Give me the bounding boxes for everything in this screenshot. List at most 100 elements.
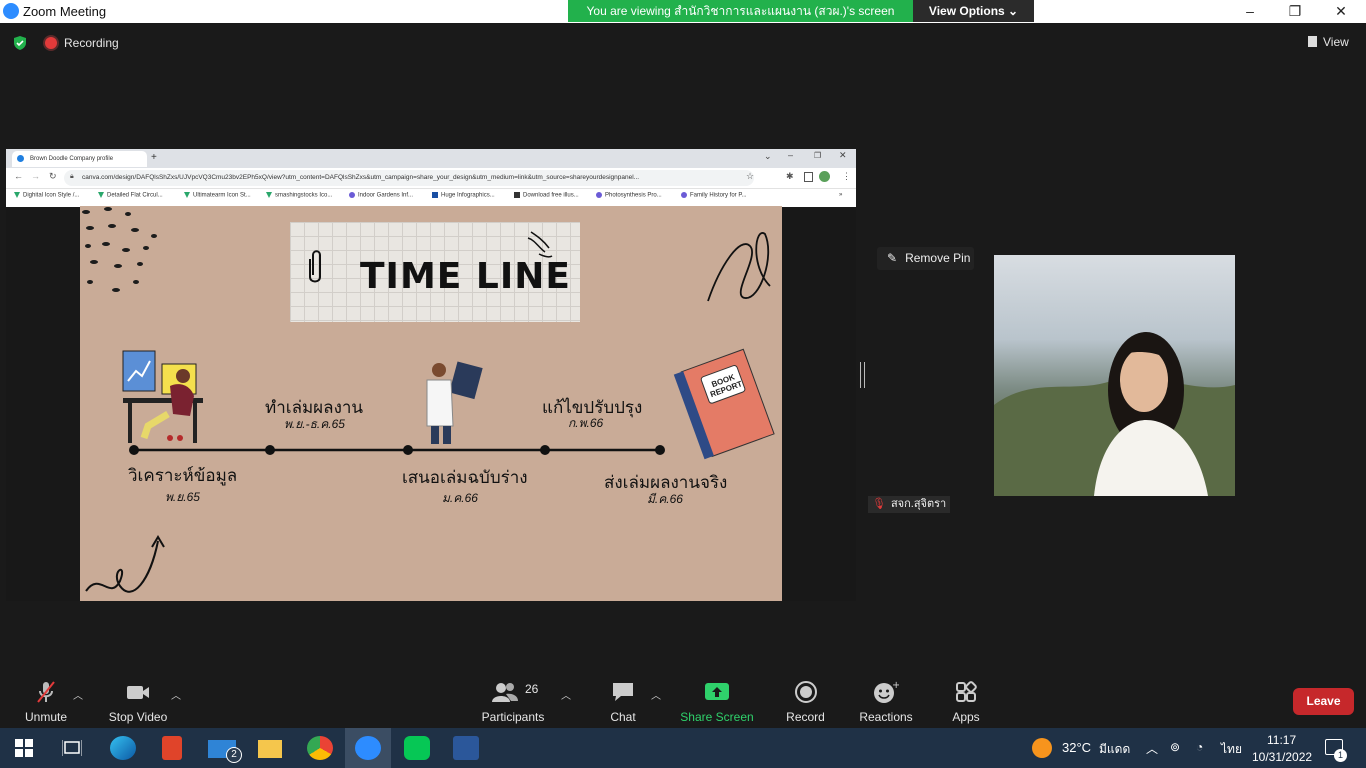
- browser-close-icon[interactable]: ✕: [839, 150, 847, 161]
- participants-options-chevron-icon[interactable]: ︿: [561, 687, 571, 702]
- office-icon[interactable]: [162, 736, 182, 760]
- bookmark-icon: [184, 192, 190, 198]
- video-camera-icon: [127, 686, 149, 699]
- url-bar[interactable]: canva.com/design/DAFQlsShZxs/UJVpcVQ3Cmu…: [64, 170, 754, 186]
- bookmark-item[interactable]: Family History for P...: [681, 192, 747, 199]
- security-shield-icon[interactable]: [12, 35, 28, 51]
- menu-icon[interactable]: ⋮: [842, 171, 851, 182]
- bookmark-icon: [596, 192, 602, 198]
- new-tab-button[interactable]: +: [151, 152, 157, 163]
- edge-icon[interactable]: [110, 736, 136, 760]
- weather-sun-icon[interactable]: [1032, 738, 1052, 758]
- bookmark-item[interactable]: Detailed Flat Circul...: [98, 192, 163, 199]
- milestone-1-label: วิเคราะห์ข้อมูล: [128, 466, 238, 485]
- shared-screen: Brown Doodle Company profile + ⌄ – ❐ ✕ ←…: [6, 149, 856, 601]
- stop-video-button[interactable]: Stop Video: [104, 680, 172, 724]
- share-screen-icon: [705, 683, 729, 700]
- bookmark-item[interactable]: Photosynthesis Pro...: [596, 192, 662, 199]
- clock-date[interactable]: 10/31/2022: [1252, 750, 1312, 764]
- view-options-button[interactable]: View Options ⌄: [913, 0, 1034, 22]
- view-button[interactable]: View: [1308, 35, 1349, 49]
- reload-icon[interactable]: ↻: [49, 171, 57, 182]
- forward-icon[interactable]: →: [31, 171, 40, 181]
- tab-search-icon[interactable]: ⌄: [764, 151, 772, 162]
- muted-microphone-icon: [37, 681, 55, 703]
- participants-icon: [492, 683, 518, 702]
- share-screen-button[interactable]: Share Screen: [680, 680, 754, 724]
- sidebar-icon[interactable]: [804, 172, 813, 182]
- tray-expand-icon[interactable]: ︿: [1146, 740, 1158, 757]
- windows-start-icon[interactable]: [15, 739, 33, 757]
- bookmark-star-icon[interactable]: ☆: [746, 171, 754, 182]
- participant-video[interactable]: [994, 255, 1235, 496]
- presenter-illustration: [426, 361, 483, 444]
- remove-pin-button[interactable]: ✎ Remove Pin: [877, 247, 974, 270]
- window-title: Zoom Meeting: [23, 4, 107, 19]
- bookmarks-overflow-icon[interactable]: »: [839, 192, 842, 198]
- network-icon[interactable]: ⊚: [1170, 740, 1180, 754]
- book-report-illustration: [673, 348, 775, 460]
- browser-restore-icon[interactable]: ❐: [814, 151, 821, 160]
- word-icon[interactable]: [453, 736, 479, 760]
- recording-label[interactable]: Recording: [64, 36, 119, 50]
- arrow-doodle-icon: [85, 535, 165, 593]
- video-options-chevron-icon[interactable]: ︿: [171, 687, 181, 702]
- minimize-button[interactable]: –: [1230, 2, 1270, 20]
- audio-options-chevron-icon[interactable]: ︿: [73, 687, 83, 702]
- chrome-favicon-icon: [17, 155, 24, 162]
- chat-options-chevron-icon[interactable]: ︿: [651, 687, 661, 702]
- bookmark-icon: [98, 192, 104, 198]
- close-button[interactable]: ✕: [1321, 2, 1361, 20]
- zoom-logo-icon: [3, 3, 19, 19]
- analyst-illustration: [122, 350, 203, 443]
- zoom-taskbar-icon[interactable]: [355, 736, 381, 760]
- view-label: View: [1323, 35, 1349, 49]
- chat-button[interactable]: Chat: [603, 680, 643, 724]
- weather-text[interactable]: มีแดด: [1099, 740, 1130, 759]
- milestone-5-date: มี.ค.66: [647, 492, 683, 506]
- chat-bubble-icon: [613, 683, 633, 701]
- unmute-button[interactable]: Unmute: [20, 680, 72, 724]
- back-icon[interactable]: ←: [14, 171, 23, 181]
- bookmark-icon: [14, 192, 20, 198]
- windows-taskbar: [0, 728, 1366, 768]
- apps-button[interactable]: Apps: [948, 680, 984, 724]
- bookmark-icon: [266, 192, 272, 198]
- pin-icon: ✎: [887, 251, 898, 265]
- bookmark-item[interactable]: smashingstocks Ico...: [266, 192, 332, 199]
- restore-button[interactable]: ❐: [1275, 2, 1315, 20]
- record-button[interactable]: Record: [783, 680, 828, 724]
- file-explorer-icon[interactable]: [258, 740, 282, 758]
- milestone-1-date: พ.ย.65: [165, 490, 200, 504]
- timeline-point: [540, 445, 550, 455]
- clock-time[interactable]: 11:17: [1267, 733, 1296, 747]
- apps-icon: [956, 681, 977, 702]
- participant-photo: [994, 332, 1235, 496]
- bookmark-item[interactable]: Indoor Gardens Inf...: [349, 192, 413, 199]
- browser-tab[interactable]: Brown Doodle Company profile: [12, 151, 147, 167]
- weather-temp[interactable]: 32°C: [1062, 740, 1091, 755]
- view-icon: [1308, 36, 1317, 47]
- bookmark-icon: [681, 192, 687, 198]
- browser-minimize-icon[interactable]: –: [788, 150, 793, 160]
- line-icon[interactable]: [404, 736, 430, 760]
- participants-count: 26: [525, 682, 539, 696]
- language-indicator[interactable]: ไทย: [1221, 740, 1242, 759]
- participants-button[interactable]: 26 Participants: [478, 680, 548, 724]
- bookmark-item[interactable]: Huge Infographics...: [432, 192, 495, 199]
- split-view-handle[interactable]: [860, 362, 865, 388]
- bookmark-item[interactable]: Ultimatearm Icon St...: [184, 192, 251, 199]
- timeline-point: [655, 445, 665, 455]
- reactions-button[interactable]: + Reactions: [856, 680, 916, 724]
- bookmark-item[interactable]: Download free illus...: [514, 192, 579, 199]
- chrome-icon[interactable]: [307, 736, 333, 760]
- milestone-4-date: ก.พ.66: [568, 416, 604, 430]
- bookmark-item[interactable]: Dighital Icon Style /...: [14, 192, 79, 199]
- profile-avatar[interactable]: [819, 171, 830, 182]
- milestone-2-date: พ.ย.-ธ.ค.65: [284, 417, 345, 431]
- lock-icon: 🔒︎: [70, 173, 74, 180]
- extensions-icon[interactable]: ✱: [786, 171, 794, 182]
- leave-button[interactable]: Leave: [1293, 688, 1354, 715]
- task-view-icon[interactable]: [62, 739, 82, 757]
- wifi-icon[interactable]: ◔: [1196, 740, 1203, 754]
